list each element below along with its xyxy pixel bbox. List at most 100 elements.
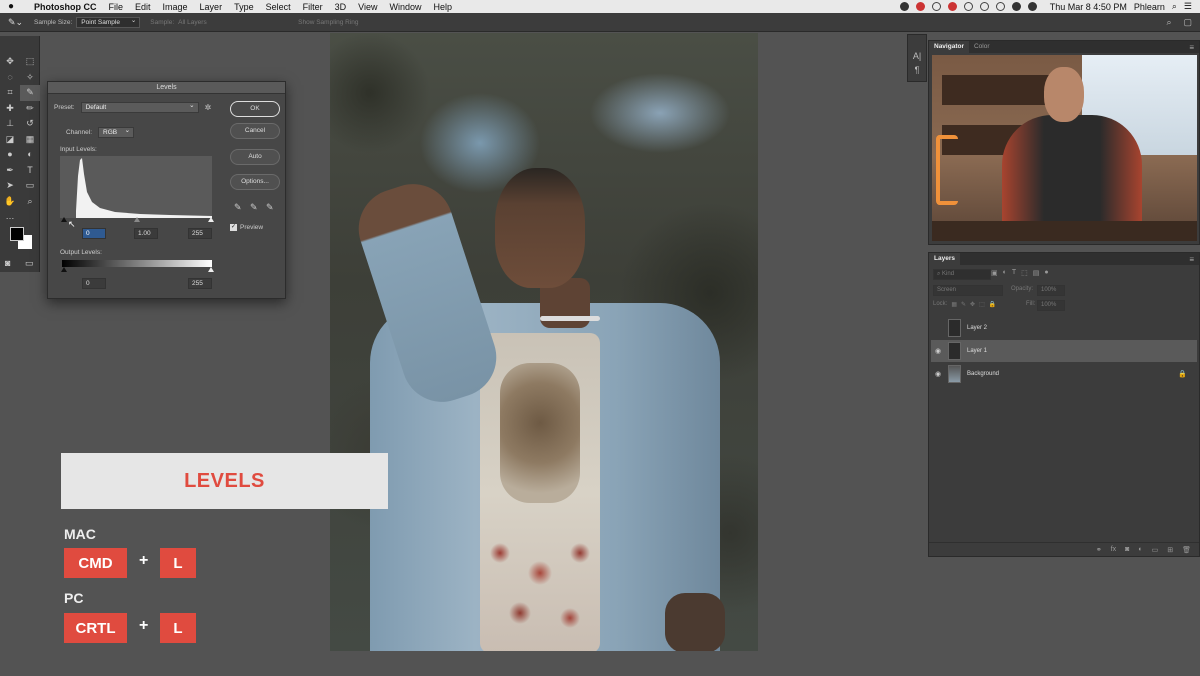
- cancel-button[interactable]: Cancel: [230, 123, 280, 139]
- gradient-tool-icon[interactable]: ▦: [20, 132, 40, 148]
- apple-icon[interactable]: ●: [8, 1, 22, 12]
- panel-menu-icon[interactable]: ≡: [1189, 43, 1194, 52]
- healing-tool-icon[interactable]: ✚: [0, 101, 20, 117]
- ok-button[interactable]: OK: [230, 101, 280, 117]
- blur-tool-icon[interactable]: ●: [0, 147, 20, 163]
- menubar-datetime[interactable]: Thu Mar 8 4:50 PM: [1050, 2, 1127, 12]
- more-tools-icon[interactable]: …: [0, 209, 20, 225]
- new-layer-icon[interactable]: ⊞: [1167, 546, 1173, 554]
- white-point-eyedropper-icon[interactable]: ✎: [266, 202, 274, 213]
- type-tool-icon[interactable]: T: [20, 163, 40, 179]
- tab-navigator[interactable]: Navigator: [929, 41, 969, 53]
- preview-checkbox[interactable]: ✓ Preview: [230, 224, 263, 231]
- input-black-slider[interactable]: [61, 217, 67, 222]
- move-tool-icon[interactable]: ✥: [0, 54, 20, 70]
- menubar-user[interactable]: Phlearn: [1134, 2, 1165, 12]
- canvas-image[interactable]: [330, 33, 758, 651]
- tray-s-icon[interactable]: [947, 2, 957, 11]
- black-point-eyedropper-icon[interactable]: ✎: [234, 202, 242, 213]
- auto-button[interactable]: Auto: [230, 149, 280, 165]
- adjustment-layer-icon[interactable]: ◐: [1138, 546, 1142, 553]
- menu-3d[interactable]: 3D: [329, 2, 353, 12]
- fill-field[interactable]: 100%: [1037, 300, 1065, 311]
- history-brush-icon[interactable]: ↺: [20, 116, 40, 132]
- blend-mode-select[interactable]: Screen: [933, 285, 1003, 296]
- marquee-tool-icon[interactable]: ⬚: [20, 54, 40, 70]
- layer-row-background[interactable]: ◉ Background 🔒: [931, 363, 1197, 385]
- menu-edit[interactable]: Edit: [129, 2, 157, 12]
- menu-view[interactable]: View: [352, 2, 383, 12]
- lasso-tool-icon[interactable]: ◌: [0, 70, 20, 86]
- visibility-eye-icon[interactable]: ◉: [931, 370, 945, 378]
- input-white-field[interactable]: 255: [188, 228, 212, 239]
- crop-tool-icon[interactable]: ⌗: [0, 85, 20, 101]
- lock-artboard-icon[interactable]: ⬚: [979, 301, 985, 308]
- lock-transparent-icon[interactable]: ▦: [951, 301, 957, 308]
- zoom-tool-icon[interactable]: ⌕: [20, 194, 40, 210]
- pen-tool-icon[interactable]: ✒: [0, 163, 20, 179]
- character-panel-icon[interactable]: A|: [908, 51, 926, 61]
- preset-select[interactable]: Default: [80, 101, 199, 113]
- tray-bluetooth-icon[interactable]: [995, 2, 1005, 11]
- levels-dialog-title[interactable]: Levels: [48, 82, 285, 94]
- shape-tool-icon[interactable]: ▭: [20, 178, 40, 194]
- menu-type[interactable]: Type: [228, 2, 260, 12]
- channel-select[interactable]: RGB: [98, 126, 135, 138]
- stamp-tool-icon[interactable]: ⊥: [0, 116, 20, 132]
- add-mask-icon[interactable]: ◙: [1125, 546, 1129, 553]
- menu-window[interactable]: Window: [383, 2, 427, 12]
- opacity-field[interactable]: 100%: [1037, 285, 1065, 296]
- quick-mask-icon[interactable]: ◙: [5, 256, 10, 272]
- input-black-field[interactable]: 0: [82, 228, 106, 239]
- tray-sync-icon[interactable]: [931, 2, 941, 11]
- quick-select-tool-icon[interactable]: ✧: [20, 70, 40, 86]
- menu-help[interactable]: Help: [427, 2, 458, 12]
- eyedropper-tool-icon[interactable]: ✎⌄: [8, 17, 24, 28]
- notification-center-icon[interactable]: ☰: [1184, 1, 1192, 12]
- tray-battery-icon[interactable]: [1027, 2, 1037, 11]
- eyedropper-tool-icon-active[interactable]: ✎: [20, 85, 40, 101]
- spotlight-icon[interactable]: ⌕: [1172, 1, 1177, 12]
- delete-layer-icon[interactable]: 🗑: [1182, 546, 1191, 554]
- menu-select[interactable]: Select: [260, 2, 297, 12]
- input-gamma-slider[interactable]: [134, 217, 140, 222]
- visibility-eye-icon[interactable]: ◉: [931, 347, 945, 355]
- menu-app-name[interactable]: Photoshop CC: [28, 2, 103, 12]
- tray-app-icon[interactable]: [899, 2, 909, 11]
- filter-smartobject-icon[interactable]: ▤: [1033, 269, 1040, 277]
- filter-adjustment-icon[interactable]: ◐: [1003, 269, 1007, 277]
- gray-point-eyedropper-icon[interactable]: ✎: [250, 202, 258, 213]
- eraser-tool-icon[interactable]: ◪: [0, 132, 20, 148]
- path-select-tool-icon[interactable]: ➤: [0, 178, 20, 194]
- tray-record-icon[interactable]: [915, 2, 925, 11]
- menu-file[interactable]: File: [103, 2, 130, 12]
- tray-wifi-icon[interactable]: [1011, 2, 1021, 11]
- tab-layers[interactable]: Layers: [929, 253, 960, 265]
- filter-pixel-icon[interactable]: ▣: [991, 269, 998, 277]
- brush-tool-icon[interactable]: ✏: [20, 101, 40, 117]
- lock-paint-icon[interactable]: ✎: [961, 301, 966, 308]
- input-gamma-field[interactable]: 1.00: [134, 228, 158, 239]
- dodge-tool-icon[interactable]: ◐: [20, 147, 40, 163]
- output-black-field[interactable]: 0: [82, 278, 106, 289]
- output-white-slider[interactable]: [208, 267, 214, 272]
- filter-toggle-icon[interactable]: ●: [1044, 269, 1048, 277]
- paragraph-panel-icon[interactable]: ¶: [908, 65, 926, 75]
- input-white-slider[interactable]: [208, 217, 214, 222]
- menu-layer[interactable]: Layer: [194, 2, 229, 12]
- workspace-icon[interactable]: ▢: [1183, 17, 1192, 28]
- output-black-slider[interactable]: [61, 267, 67, 272]
- preset-options-gear-icon[interactable]: ✲: [205, 103, 212, 112]
- link-layers-icon[interactable]: ⚭: [1096, 546, 1102, 554]
- menu-filter[interactable]: Filter: [297, 2, 329, 12]
- menu-image[interactable]: Image: [157, 2, 194, 12]
- new-group-icon[interactable]: ▭: [1152, 546, 1159, 554]
- tray-clock-icon[interactable]: [963, 2, 973, 11]
- layer-row-layer-1[interactable]: ◉ Layer 1: [931, 340, 1197, 362]
- filter-shape-icon[interactable]: ⬚: [1021, 269, 1028, 277]
- lock-position-icon[interactable]: ✥: [970, 301, 975, 308]
- lock-all-icon[interactable]: 🔒: [989, 301, 996, 308]
- layer-filter-kind[interactable]: ⌕ Kind: [933, 269, 991, 280]
- output-white-field[interactable]: 255: [188, 278, 212, 289]
- foreground-color-swatch[interactable]: [10, 227, 24, 241]
